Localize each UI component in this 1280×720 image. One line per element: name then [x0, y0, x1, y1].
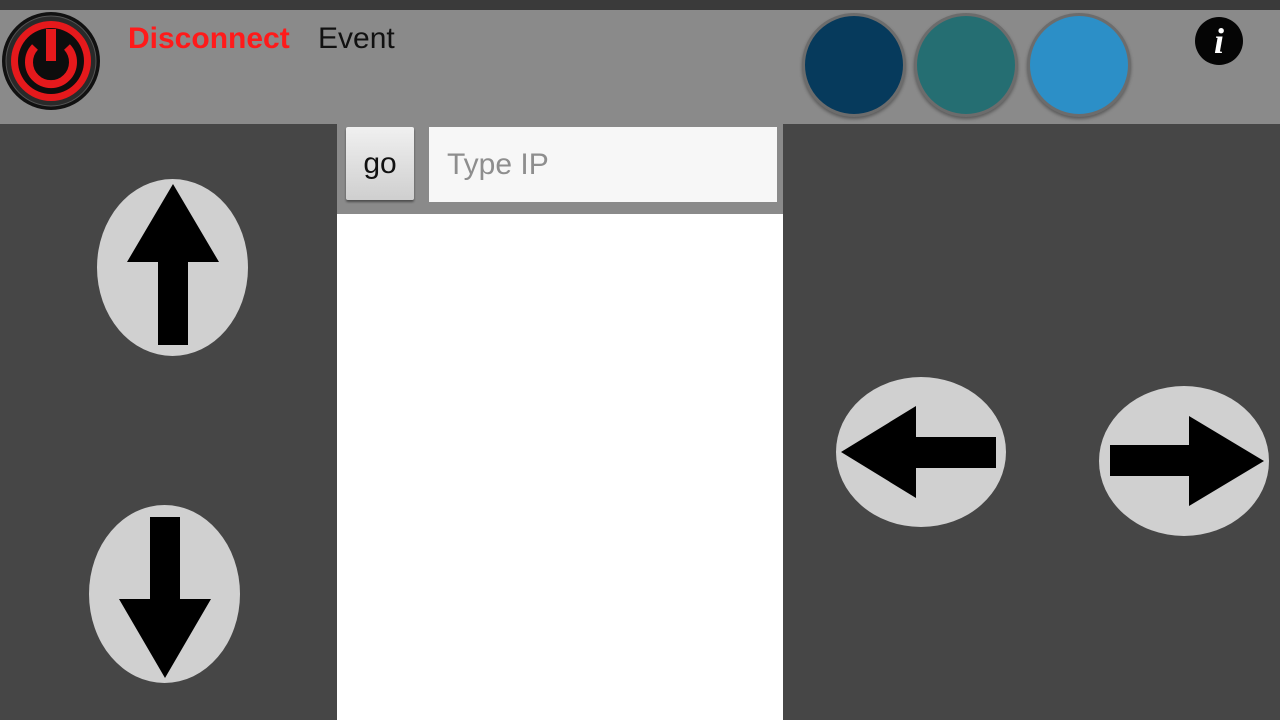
power-button[interactable] — [1, 11, 101, 111]
center-panel: go — [337, 124, 783, 720]
content-area — [337, 214, 783, 720]
arrow-up-icon — [127, 184, 219, 345]
ip-connection-bar: go — [337, 124, 783, 214]
left-control-panel — [0, 124, 337, 720]
left-button[interactable] — [836, 377, 1006, 527]
power-icon — [2, 12, 100, 110]
disconnect-button[interactable]: Disconnect — [128, 22, 290, 56]
color-button-dark-blue[interactable] — [802, 13, 906, 117]
right-control-panel — [783, 124, 1280, 720]
status-bar — [0, 0, 1280, 10]
down-button[interactable] — [89, 505, 240, 683]
arrow-left-icon — [841, 406, 996, 498]
arrow-right-icon — [1110, 416, 1264, 506]
ip-input[interactable] — [429, 127, 777, 202]
up-button[interactable] — [97, 179, 248, 356]
info-button[interactable]: i — [1195, 17, 1243, 65]
event-button[interactable]: Event — [318, 22, 395, 56]
go-button[interactable]: go — [346, 127, 414, 200]
info-icon: i — [1213, 21, 1224, 61]
right-button[interactable] — [1099, 386, 1269, 536]
color-button-teal[interactable] — [914, 13, 1018, 117]
color-button-light-blue[interactable] — [1027, 13, 1131, 117]
arrow-down-icon — [119, 517, 211, 678]
top-toolbar: Disconnect Event i — [0, 10, 1280, 124]
